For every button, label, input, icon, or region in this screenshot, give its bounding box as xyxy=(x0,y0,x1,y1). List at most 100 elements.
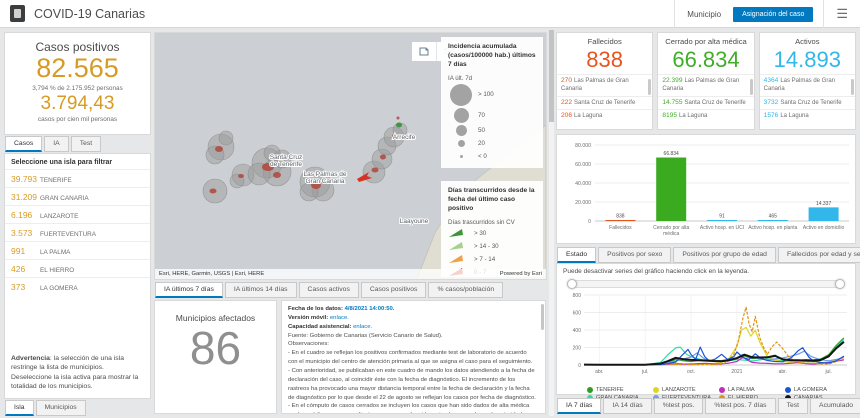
list-item-tenerife[interactable]: 39.793 TENERIFE xyxy=(5,169,150,187)
estado-bar-chart[interactable]: 0 20.000 40.000 60.000 80.000 838 Fallecidos 66… xyxy=(556,134,856,244)
list-item-fuerteventura[interactable]: 3.573 FUERTEVENTURA xyxy=(5,223,150,241)
powered-by-esri: Powered by Esri xyxy=(499,271,542,277)
notes-panel[interactable]: Fecha de los datos: 4/8/2021 14:00:50. V… xyxy=(281,300,546,414)
tab-ia-7-dias[interactable]: IA últimos 7 días xyxy=(155,282,223,298)
svg-text:800: 800 xyxy=(573,293,582,299)
stat-scrollbar[interactable] xyxy=(648,79,652,95)
municipios-value: 86 xyxy=(189,322,242,374)
list-item-el-hierro[interactable]: 426 EL HIERRO xyxy=(5,259,150,277)
tab-casos[interactable]: Casos xyxy=(5,136,43,152)
tab-test[interactable]: Test xyxy=(70,136,102,152)
notes-scrollbar[interactable] xyxy=(541,304,544,330)
list-item[interactable]: 1576 La Laguna xyxy=(759,109,855,123)
list-item-lanzarote[interactable]: 6.196 LANZAROTE xyxy=(5,205,150,223)
scrollbar-thumb[interactable] xyxy=(549,30,554,122)
positives-percentage: 3,794 % de 2.175.952 personas xyxy=(32,85,123,92)
stat-scrollbar[interactable] xyxy=(749,79,753,95)
tab-test-pos7[interactable]: %test pos. 7 días xyxy=(705,398,776,414)
positives-rate-caption: casos por cien mil personas xyxy=(37,116,118,123)
notes-source: Fuente: Gobierno de Canarias (Servicio C… xyxy=(288,332,443,339)
list-item[interactable]: 8195 La Laguna xyxy=(658,109,754,123)
list-item[interactable]: 3732 Santa Cruz de Tenerife xyxy=(759,95,855,110)
tab-ia7[interactable]: IA 7 días xyxy=(557,398,602,414)
page-scrollbar[interactable] xyxy=(549,30,554,416)
tab-ia[interactable]: IA xyxy=(44,136,69,152)
legend-item-la-palma[interactable]: LA PALMA xyxy=(719,387,783,393)
list-item[interactable]: 22.399 Las Palmas de Gran Canaria xyxy=(658,74,754,96)
slider-handle-right[interactable] xyxy=(835,279,845,289)
map-label-tenerife-line2: de Tenerife xyxy=(270,161,302,168)
list-item[interactable]: 206 La Laguna xyxy=(557,109,653,123)
tab-test-pos[interactable]: %test pos. xyxy=(653,398,704,414)
svg-text:14.337: 14.337 xyxy=(816,201,832,207)
assign-case-button[interactable]: Asignación del caso xyxy=(733,6,814,22)
time-range-slider[interactable] xyxy=(567,279,845,289)
map-home-button[interactable] xyxy=(412,42,436,61)
legend-item: 70 xyxy=(448,107,536,123)
legend-item-tenerife[interactable]: TENERIFE xyxy=(587,387,651,393)
island-value: 39.793 xyxy=(11,173,37,184)
legend-dot xyxy=(653,387,659,393)
stats-row: Fallecidos 838 270 Las Palmas de Gran Can… xyxy=(556,32,856,130)
svg-text:600: 600 xyxy=(573,311,582,317)
menu-icon[interactable]: ☰ xyxy=(824,6,860,22)
legend-item: 20 xyxy=(448,138,536,149)
list-item[interactable]: 222 Santa Cruz de Tenerife xyxy=(557,95,653,110)
stat-value: 14.893 xyxy=(773,47,841,72)
svg-text:Activo en domicilio: Activo en domicilio xyxy=(803,225,845,231)
list-item[interactable]: 270 Las Palmas de Gran Canaria xyxy=(557,74,653,96)
stat-row-num: 4364 xyxy=(763,77,779,85)
municipio-button[interactable]: Municipio xyxy=(675,10,733,19)
island-value: 6.196 xyxy=(11,209,33,220)
tab-isla[interactable]: Isla xyxy=(5,400,34,416)
legend-days-since: Días transcurridos desde la fecha del úl… xyxy=(441,181,543,277)
slider-handle-left[interactable] xyxy=(567,279,577,289)
list-item[interactable]: 14.755 Santa Cruz de Tenerife xyxy=(658,95,754,110)
tab-ia-14-dias[interactable]: IA últimos 14 días xyxy=(224,282,297,298)
island-value: 31.209 xyxy=(11,191,37,202)
list-item-la-gomera[interactable]: 373 LA GOMERA xyxy=(5,277,150,295)
svg-text:200: 200 xyxy=(573,346,582,352)
tab-estado[interactable]: Estado xyxy=(557,247,597,263)
fallecidos-panel: Fallecidos 838 270 Las Palmas de Gran Can… xyxy=(556,32,654,130)
circle-symbol xyxy=(450,83,472,106)
positives-total: 82.565 xyxy=(36,53,119,83)
legend-item: > 7 - 14 xyxy=(448,254,536,265)
legend-item-lanzarote[interactable]: LANZAROTE xyxy=(653,387,717,393)
tab-municipios[interactable]: Municipios xyxy=(35,400,86,416)
legend-label: > 7 - 14 xyxy=(474,255,496,263)
version-link[interactable]: enlace. xyxy=(330,315,349,321)
legend-incidence-subtitle: IA últ. 7d xyxy=(448,74,473,82)
stat-scrollbar[interactable] xyxy=(850,79,854,95)
island-name: LANZAROTE xyxy=(40,212,79,220)
list-item-la-palma[interactable]: 991 LA PALMA xyxy=(5,241,150,259)
capacity-link[interactable]: enlace. xyxy=(353,324,372,330)
legend-label: LA GOMERA xyxy=(794,387,827,393)
tab-positivos-sexo[interactable]: Positivos por sexo xyxy=(598,247,672,263)
tab-positivos-edad[interactable]: Positivos por grupo de edad xyxy=(673,247,776,263)
stat-list: 4364 Las Palmas de Gran Canaria 3732 Santa… xyxy=(759,74,855,123)
svg-text:2021: 2021 xyxy=(731,369,742,375)
map-panel[interactable]: Santa Cruz de Tenerife Las Palmas de Gra… xyxy=(154,32,547,280)
tab-test[interactable]: Test xyxy=(777,398,809,414)
tab-fallecidos-edad-sexo[interactable]: Fallecidos por edad y sexo xyxy=(777,247,860,263)
ia-line-chart[interactable]: abr. jul. oct. 2021 abr. jul. 0 200 400 600 800 xyxy=(557,289,855,386)
stat-row-num: 206 xyxy=(561,112,573,120)
list-item[interactable]: 4364 Las Palmas de Gran Canaria xyxy=(759,74,855,96)
legend-days-title: Días transcurridos desde la fecha del úl… xyxy=(448,187,535,212)
tab-casos-activos[interactable]: Casos activos xyxy=(298,282,359,298)
stat-row-num: 3732 xyxy=(763,98,779,106)
stat-row-name: La Laguna xyxy=(574,113,603,120)
tab-acumulado[interactable]: Acumulado xyxy=(810,398,860,414)
legend-item-la-gomera[interactable]: LA GOMERA xyxy=(785,387,849,393)
tab-casos-positivos[interactable]: Casos positivos xyxy=(360,282,427,298)
svg-text:médica: médica xyxy=(663,231,679,237)
legend-label: 50 xyxy=(478,126,485,134)
svg-text:40.000: 40.000 xyxy=(575,181,591,187)
stat-row-num: 1576 xyxy=(763,112,779,120)
tab-ia14[interactable]: IA 14 días xyxy=(603,398,652,414)
stat-row-num: 8195 xyxy=(662,112,677,120)
tab-pct-casos[interactable]: % casos/población xyxy=(428,282,504,298)
list-item-gran-canaria[interactable]: 31.209 GRAN CANARIA xyxy=(5,187,150,205)
map-label-laayoune: Laayoune xyxy=(400,218,429,225)
